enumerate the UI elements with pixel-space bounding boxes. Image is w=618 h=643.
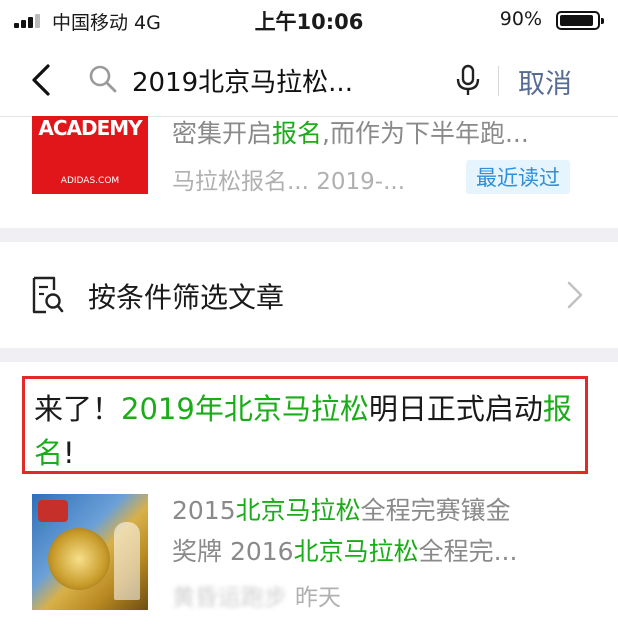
- article-thumbnail: [32, 494, 148, 610]
- cancel-button[interactable]: 取消: [518, 62, 572, 101]
- status-bar: 中国移动 4G 上午10:06 90%: [0, 0, 618, 42]
- result-card-previous[interactable]: ACADEMY ADIDAS.COM 密集开启报名,而作为下半年跑... 马拉松…: [0, 116, 618, 228]
- thumbnail-footer-text: ADIDAS.COM: [60, 176, 120, 186]
- article-title[interactable]: 来了！2019年北京马拉松明日正式启动报名!: [34, 387, 582, 475]
- filter-doc-icon: [32, 276, 64, 314]
- battery-percent: 90%: [499, 8, 542, 30]
- article-thumbnail: ACADEMY ADIDAS.COM: [32, 116, 148, 194]
- article-description: 2015北京马拉松全程完赛镶金 奖牌 2016北京马拉松全程完...: [172, 496, 518, 566]
- divider: [498, 66, 499, 96]
- article-meta: 马拉松报名... 2019-...: [172, 169, 406, 195]
- article-meta: 黄昏运跑步 昨天: [172, 578, 341, 612]
- chevron-right-icon: [567, 281, 583, 309]
- recently-read-badge: 最近读过: [466, 160, 570, 194]
- section-gap: [0, 348, 618, 362]
- search-input[interactable]: 2019北京马拉松...: [132, 62, 432, 99]
- search-icon: [89, 65, 117, 93]
- search-bar: 2019北京马拉松... 取消: [0, 48, 618, 117]
- thumbnail-brand-text: ACADEMY: [38, 116, 142, 140]
- section-gap: [0, 228, 618, 242]
- article-date: 昨天: [295, 585, 341, 611]
- battery-icon: [556, 11, 604, 30]
- article-snippet: 密集开启报名,而作为下半年跑...: [172, 119, 529, 148]
- back-button[interactable]: [26, 62, 62, 98]
- filter-articles-row[interactable]: 按条件筛选文章: [0, 242, 618, 348]
- mic-icon[interactable]: [455, 64, 481, 96]
- back-icon: [32, 64, 50, 96]
- filter-label: 按条件筛选文章: [88, 281, 285, 314]
- medal-image: [48, 528, 110, 590]
- source-account: 黄昏运跑步: [172, 585, 287, 611]
- result-card[interactable]: 来了！2019年北京马拉松明日正式启动报名! 2015北京马拉松全程完赛镶金 奖…: [0, 362, 618, 643]
